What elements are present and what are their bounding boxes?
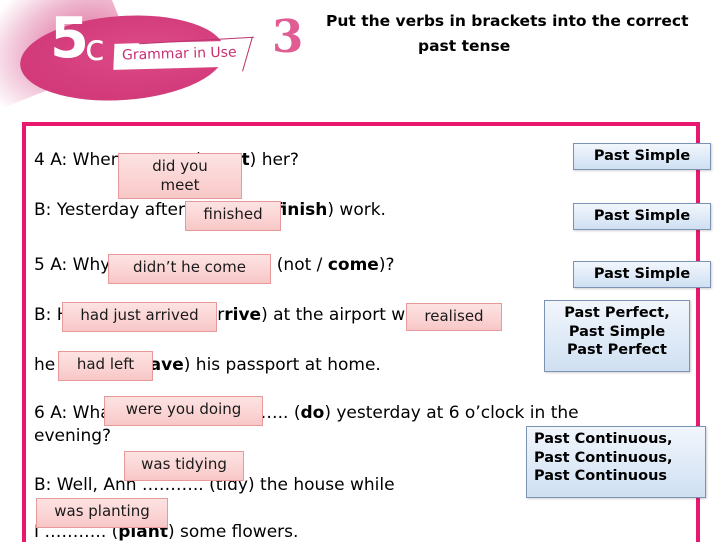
answer-box-did-you-meet[interactable]: did you meet [118, 153, 242, 199]
answer-box-were-you-doing[interactable]: were you doing [104, 396, 263, 426]
tense-label-past-simple-2[interactable]: Past Simple [573, 203, 711, 230]
tense-label-past-simple-3[interactable]: Past Simple [573, 261, 711, 288]
instruction-block: Put the verbs in brackets into the corre… [326, 12, 706, 55]
logo-unit-number: 5 [50, 6, 89, 71]
logo-section-letter: c [85, 28, 105, 69]
unit-logo: 5 c Grammar in Use [0, 0, 270, 115]
line-4b-after: ) work. [327, 200, 386, 220]
line-5b-verb: rive [224, 305, 262, 325]
header-area: 5 c Grammar in Use 3 Put the verbs in br… [0, 0, 720, 120]
line-5c-verb: ave [149, 355, 184, 375]
answer-box-had-just-arrived[interactable]: had just arrived [62, 302, 217, 332]
tense-label-past-continuous-group[interactable]: Past Continuous, Past Continuous, Past C… [526, 426, 706, 498]
line-5a-verb: come [327, 255, 379, 275]
answer-box-was-tidying[interactable]: was tidying [124, 451, 244, 481]
answer-box-didnt-he-come[interactable]: didn’t he come [108, 254, 271, 284]
logo-tagline: Grammar in Use [121, 44, 237, 64]
answer-box-had-left[interactable]: had left [58, 351, 153, 381]
line-6a-after: ) yesterday at 6 o’clock in the [324, 403, 579, 423]
instruction-line-2: past tense [418, 37, 511, 56]
answer-box-finished[interactable]: finished [185, 201, 281, 231]
line-4a-after: ) her? [249, 150, 299, 170]
instruction-line-1: Put the verbs in brackets into the corre… [326, 12, 689, 30]
line-5a-after: )? [378, 255, 395, 275]
line-6a-verb: do [300, 403, 325, 423]
tense-label-past-perfect-group[interactable]: Past Perfect, Past Simple Past Perfect [544, 300, 690, 372]
line-6c-after: ) some flowers. [167, 522, 299, 542]
tense-label-past-simple-1[interactable]: Past Simple [573, 143, 711, 170]
exercise-number: 3 [272, 10, 304, 63]
line-5c-after: ) his passport at home. [183, 355, 381, 375]
exercise-line-6a-continued: evening? [34, 426, 112, 446]
answer-box-was-planting[interactable]: was planting [36, 498, 168, 528]
answer-box-realised[interactable]: realised [406, 303, 502, 331]
line-4b-verb: finish [274, 200, 328, 220]
